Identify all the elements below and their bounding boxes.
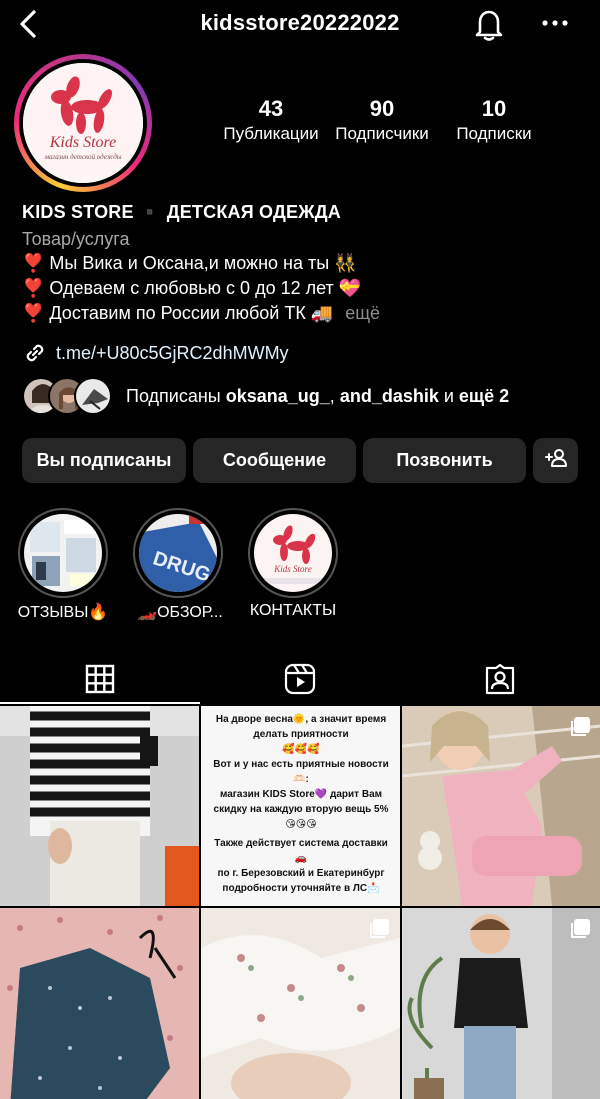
multiple-photos-icon xyxy=(569,716,591,738)
avatar-logo-subtitle: магазин детской одежды xyxy=(44,153,122,161)
highlight-review-label: 🏎️ОБЗОР... xyxy=(137,604,223,621)
post-text-block: На дворе весна🌞, а значит время делать п… xyxy=(213,714,389,894)
posts-grid: На дворе весна🌞, а значит время делать п… xyxy=(0,706,600,1099)
post-thumbnail[interactable] xyxy=(402,706,600,906)
stat-posts-count: 43 xyxy=(258,96,284,121)
followed-by-user-2[interactable]: and_dashik xyxy=(340,386,439,406)
tab-tagged[interactable] xyxy=(400,658,600,704)
bio-line-3-text: ❣️ Доставим по России любой ТК 🚚 xyxy=(22,303,334,323)
call-button[interactable]: Позвонить xyxy=(363,438,526,483)
post-thumbnail-text[interactable]: На дворе весна🌞, а значит время делать п… xyxy=(201,706,400,906)
more-options-icon[interactable] xyxy=(540,8,570,38)
profile-username: kidsstore20222022 xyxy=(200,10,400,35)
stat-followers-count: 90 xyxy=(369,96,395,121)
stat-followers[interactable]: 90 Подписчики xyxy=(330,96,434,146)
grid-icon xyxy=(85,664,115,699)
add-person-button[interactable] xyxy=(533,438,578,483)
multiple-photos-icon xyxy=(569,918,591,940)
add-person-icon xyxy=(544,447,568,474)
followed-by-row[interactable]: Подписаны oksana_ug_, and_dashik и ещё 2 xyxy=(22,376,509,416)
active-tab-indicator xyxy=(0,702,200,704)
highlight-logo-caption: Kids Store xyxy=(273,564,311,574)
multiple-photos-icon xyxy=(368,918,390,940)
tab-reels[interactable] xyxy=(200,658,400,704)
bio-category: Товар/услуга xyxy=(22,229,130,249)
highlight-contacts-image: Kids Store xyxy=(254,514,332,592)
top-bar: kidsstore20222022 xyxy=(0,0,600,50)
highlight-review[interactable]: DRUG xyxy=(133,508,223,598)
post-thumbnail[interactable] xyxy=(201,908,400,1099)
message-button[interactable]: Сообщение xyxy=(193,438,356,483)
followed-by-text: Подписаны oksana_ug_, and_dashik и ещё 2 xyxy=(126,385,510,406)
bio-line-1: ❣️ Мы Вика и Оксана,и можно на ты 👯‍♀️ xyxy=(22,253,357,273)
stat-following-label: Подписки xyxy=(456,124,532,143)
tab-posts-grid[interactable] xyxy=(0,658,200,704)
highlight-reviews-label: ОТЗЫВЫ🔥 xyxy=(17,604,109,621)
profile-tab-bar xyxy=(0,652,600,704)
stat-following-count: 10 xyxy=(481,96,507,121)
bio-more-link[interactable]: ещё xyxy=(345,303,380,323)
stat-following[interactable]: 10 Подписки xyxy=(444,96,544,146)
followed-by-more[interactable]: ещё 2 xyxy=(459,386,509,406)
bio-name: KIDS STORE ▪️ ДЕТСКАЯ ОДЕЖДА xyxy=(22,202,341,222)
profile-avatar: Kids Store магазин детской одежды xyxy=(23,63,143,183)
following-button[interactable]: Вы подписаны xyxy=(22,438,186,483)
avatar-logo-text: Kids Store xyxy=(49,134,117,151)
bio-line-2: ❣️ Одеваем с любовью с 0 до 12 лет 💝 xyxy=(22,278,362,298)
profile-avatar-ring[interactable]: Kids Store магазин детской одежды xyxy=(14,54,152,192)
tagged-icon xyxy=(484,663,516,700)
highlight-contacts-label: КОНТАКТЫ xyxy=(249,602,337,619)
highlight-reviews[interactable] xyxy=(18,508,108,598)
post-thumbnail[interactable] xyxy=(0,706,199,906)
reels-icon xyxy=(284,663,316,700)
highlight-review-image: DRUG xyxy=(139,514,217,592)
stat-posts[interactable]: 43 Публикации xyxy=(220,96,322,146)
highlight-reviews-image xyxy=(24,514,102,592)
bio-link[interactable]: t.me/+U80c5GjRC2dhMWMy xyxy=(22,340,289,366)
bell-icon[interactable] xyxy=(472,6,506,42)
stat-posts-label: Публикации xyxy=(223,124,319,143)
follower-avatar-3 xyxy=(74,377,112,415)
post-thumbnail[interactable] xyxy=(0,908,199,1099)
bio-line-3: ❣️ Доставим по России любой ТК 🚚 ещё xyxy=(22,303,380,324)
highlight-contacts[interactable]: Kids Store xyxy=(248,508,338,598)
stat-followers-label: Подписчики xyxy=(335,124,429,143)
post-thumbnail[interactable] xyxy=(402,908,600,1099)
bio-link-text: t.me/+U80c5GjRC2dhMWMy xyxy=(56,342,289,363)
followed-by-user-1[interactable]: oksana_ug_ xyxy=(226,386,330,406)
link-icon xyxy=(22,340,48,366)
